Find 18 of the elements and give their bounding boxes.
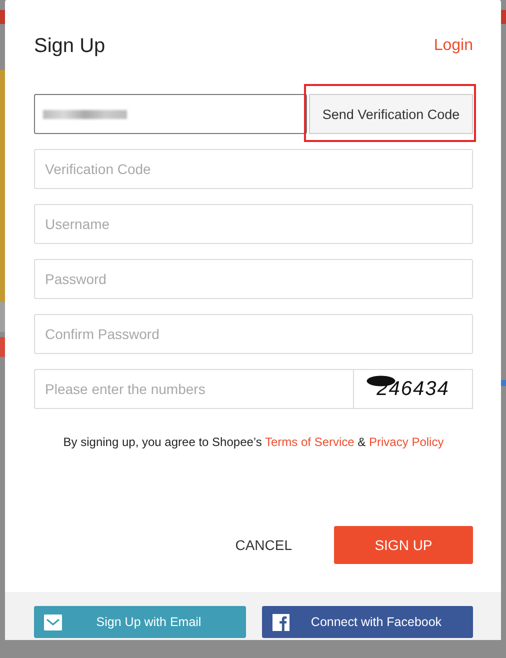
input-field[interactable]: Confirm Password xyxy=(34,314,473,354)
facebook-icon xyxy=(272,614,290,630)
privacy-link[interactable]: Privacy Policy xyxy=(369,435,444,449)
envelope-icon xyxy=(44,614,62,630)
facebook-button[interactable]: Connect with Facebook xyxy=(262,606,473,638)
login-link[interactable]: Login xyxy=(434,37,473,55)
input-field[interactable]: Verification Code xyxy=(34,149,473,189)
sign-up-button[interactable]: SIGN UP xyxy=(334,526,473,564)
terms-link[interactable]: Terms of Service xyxy=(264,435,354,449)
input-field[interactable]: Password xyxy=(34,259,473,299)
terms-text: By signing up, you agree to Shopee’s Terms of Service & Privacy Policy xyxy=(62,435,445,449)
captcha-field[interactable]: Please enter the numbers xyxy=(34,369,353,409)
phone-field[interactable] xyxy=(34,94,307,134)
email-button[interactable]: Sign Up with Email xyxy=(34,606,246,638)
dialog-title: Sign Up xyxy=(34,34,106,58)
cancel-button[interactable]: CANCEL xyxy=(225,529,302,561)
input-field[interactable]: Username xyxy=(34,204,473,244)
send-code-button[interactable]: Send Verification Code xyxy=(309,94,473,134)
